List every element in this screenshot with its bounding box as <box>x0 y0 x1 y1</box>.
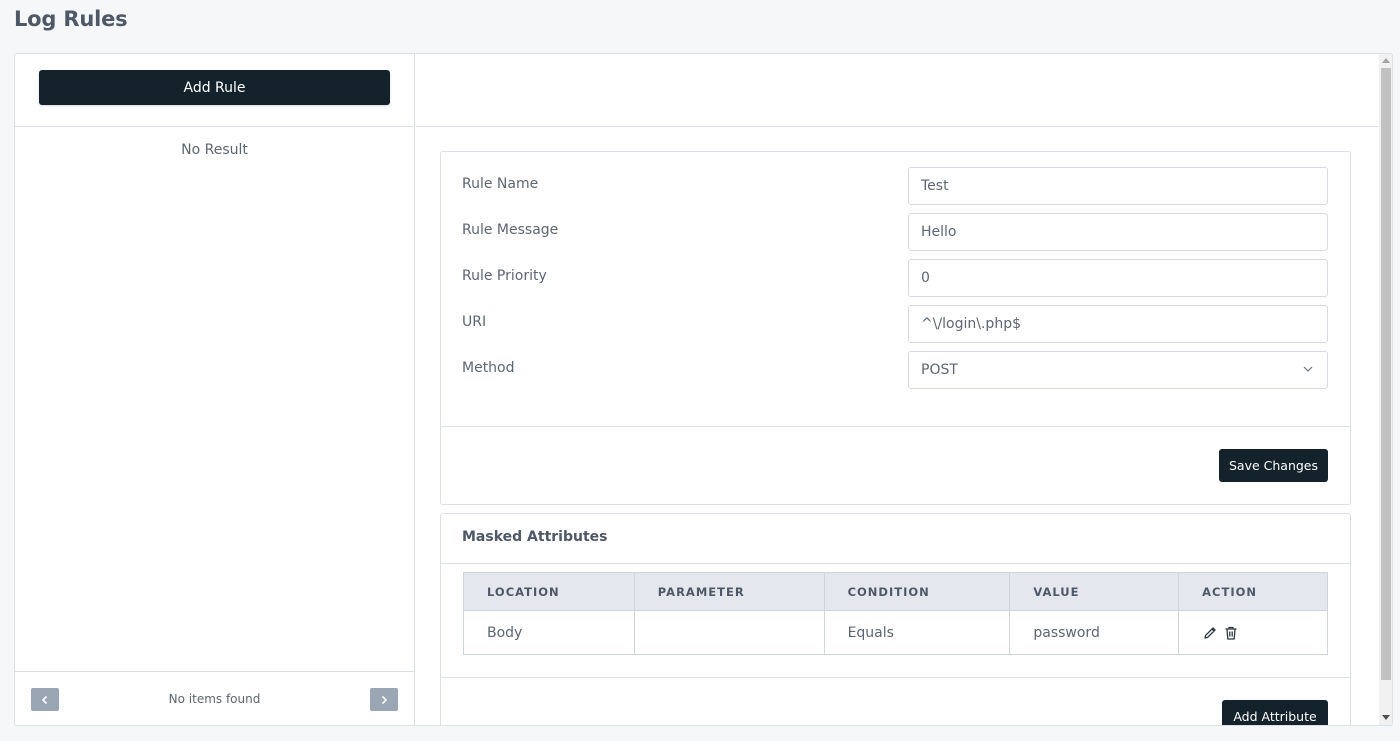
cell-value: password <box>1009 610 1180 655</box>
rule-detail: Rule Name Test Rule Message Hello Rule P… <box>416 54 1378 725</box>
cell-parameter <box>633 610 825 655</box>
rule-name-label: Rule Name <box>462 176 539 192</box>
column-header-action: ACTION <box>1178 572 1328 611</box>
scroll-up-icon[interactable] <box>1382 58 1390 63</box>
empty-result-text: No Result <box>181 142 248 158</box>
divider <box>441 563 1350 564</box>
method-select[interactable]: POST <box>908 351 1328 389</box>
rule-name-input[interactable]: Test <box>908 167 1328 205</box>
rule-priority-input[interactable]: 0 <box>908 259 1328 297</box>
rule-message-input[interactable]: Hello <box>908 213 1328 251</box>
method-label: Method <box>462 360 515 376</box>
sidebar-header: Add Rule <box>15 54 414 127</box>
pagination-status: No items found <box>168 692 261 706</box>
rule-form-card: Rule Name Test Rule Message Hello Rule P… <box>440 151 1351 505</box>
masked-attributes-title: Masked Attributes <box>462 529 608 545</box>
cell-actions <box>1178 610 1328 655</box>
rule-priority-row: Rule Priority 0 <box>441 259 1350 306</box>
page-title: Log Rules <box>14 7 128 31</box>
uri-input[interactable]: ^\/login\.php$ <box>908 305 1328 343</box>
chevron-right-icon <box>381 695 388 704</box>
scrollbar-thumb[interactable] <box>1381 68 1391 680</box>
method-row: Method POST <box>441 351 1350 398</box>
rule-message-row: Rule Message Hello <box>441 213 1350 260</box>
next-page-button[interactable] <box>370 688 398 711</box>
scroll-down-icon[interactable] <box>1382 715 1390 720</box>
uri-label: URI <box>462 314 487 330</box>
trash-icon[interactable] <box>1223 625 1239 641</box>
masked-attributes-card: Masked Attributes LOCATION PARAMETER CON… <box>440 513 1351 725</box>
save-changes-button[interactable]: Save Changes <box>1219 449 1328 482</box>
rule-message-label: Rule Message <box>462 222 559 238</box>
column-header-parameter: PARAMETER <box>633 572 825 611</box>
column-header-location: LOCATION <box>463 572 635 611</box>
chevron-down-icon <box>1303 366 1313 372</box>
method-selected-value: POST <box>921 362 958 378</box>
rule-name-row: Rule Name Test <box>441 167 1350 214</box>
rule-priority-label: Rule Priority <box>462 268 547 284</box>
add-attribute-button[interactable]: Add Attribute <box>1222 700 1328 725</box>
uri-row: URI ^\/login\.php$ <box>441 305 1350 352</box>
column-header-value: VALUE <box>1009 572 1180 611</box>
rules-sidebar: Add Rule No Result No items found <box>15 54 415 725</box>
main-panel: Add Rule No Result No items found Rule N… <box>14 53 1393 726</box>
detail-header <box>416 54 1378 127</box>
cell-condition: Equals <box>823 610 1011 655</box>
column-header-condition: CONDITION <box>823 572 1011 611</box>
masked-attributes-table: LOCATION PARAMETER CONDITION VALUE ACTIO… <box>463 572 1328 655</box>
add-rule-button[interactable]: Add Rule <box>39 70 390 105</box>
pagination: No items found <box>15 671 414 725</box>
pencil-icon[interactable] <box>1202 625 1218 641</box>
cell-location: Body <box>463 610 635 655</box>
vertical-scrollbar[interactable] <box>1379 54 1392 725</box>
divider <box>441 677 1350 678</box>
rule-form-footer: Save Changes <box>441 426 1350 504</box>
table-row: Body Equals password <box>463 610 1328 655</box>
table-header-row: LOCATION PARAMETER CONDITION VALUE ACTIO… <box>463 572 1328 611</box>
